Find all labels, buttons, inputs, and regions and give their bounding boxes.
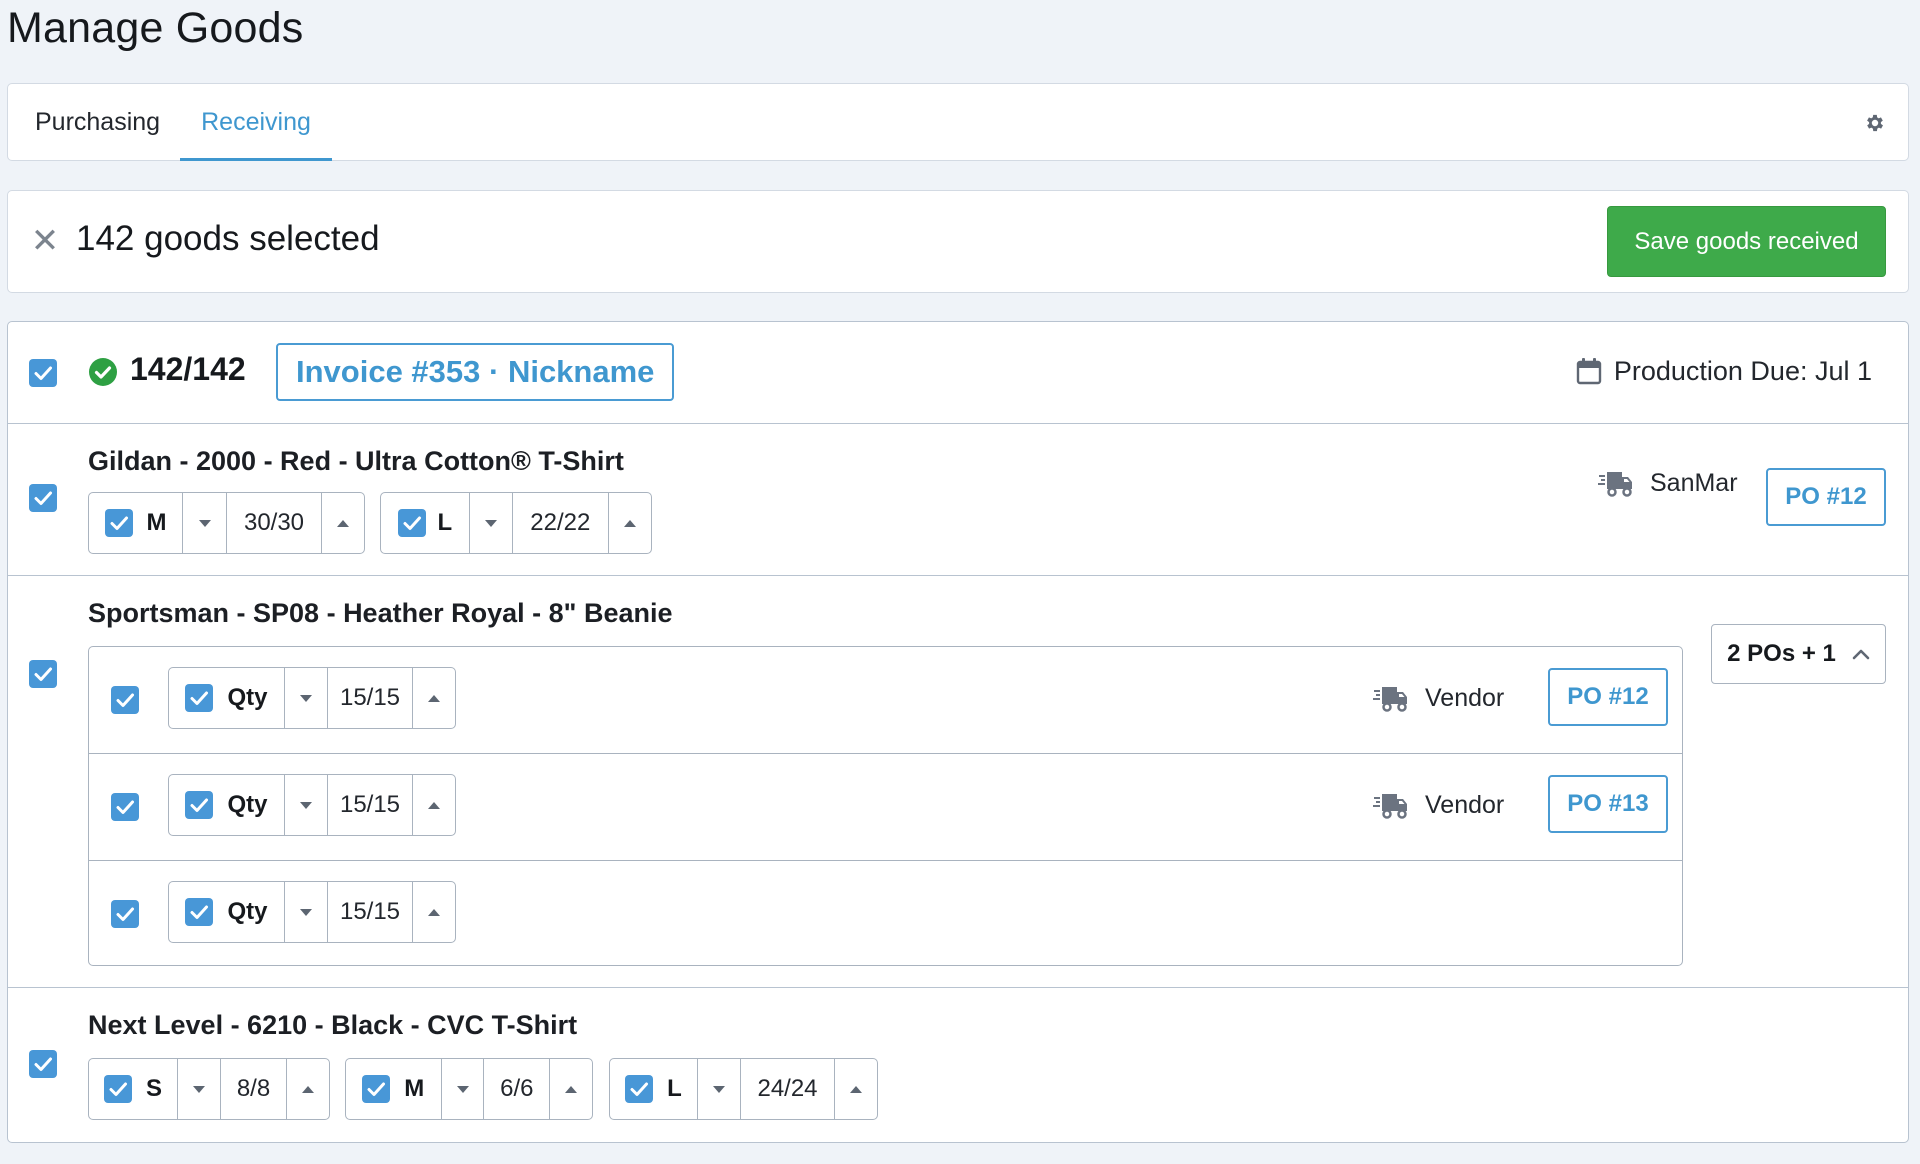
selection-bar: ✕ 142 goods selected Save goods received [7, 190, 1909, 293]
variant-label: M [404, 1075, 425, 1102]
tab-receiving[interactable]: Receiving [180, 84, 332, 161]
po-button[interactable]: PO #12 [1766, 468, 1886, 526]
tabs-bar: Purchasing Receiving [7, 83, 1909, 161]
invoice-button[interactable]: Invoice #353 · Nickname [276, 343, 675, 401]
variant-qty[interactable]: 30/30 [244, 509, 304, 537]
variant-qty[interactable]: 15/15 [340, 898, 400, 926]
goods-list: 142/142 Invoice #353 · Nickname Producti… [7, 321, 1909, 1143]
vendor-name: SanMar [1650, 468, 1738, 497]
pos-summary-button[interactable]: 2 POs + 1 [1711, 624, 1886, 684]
po-line: Qty 15/15 [89, 861, 1682, 967]
production-due-text: Production Due: Jul 1 [1613, 356, 1872, 386]
checkbox-icon[interactable] [362, 1075, 391, 1103]
variant-label: S [145, 1075, 162, 1102]
calendar-icon [1576, 358, 1602, 385]
variant-stepper: Qty 15/15 [168, 881, 456, 943]
checkbox-icon[interactable] [104, 509, 133, 537]
product-title: Sportsman - SP08 - Heather Royal - 8" Be… [88, 598, 673, 628]
caret-down-icon[interactable] [183, 493, 227, 553]
caret-up-icon[interactable] [322, 493, 364, 553]
po-button[interactable]: PO #13 [1548, 775, 1668, 833]
pos-summary-label: 2 POs + 1 [1727, 640, 1836, 667]
po-line: Qty 15/15 Vendor PO #13 [89, 754, 1682, 861]
caret-down-icon[interactable] [470, 493, 513, 553]
page-title: Manage Goods [7, 4, 304, 52]
order-header-row: 142/142 Invoice #353 · Nickname Producti… [8, 322, 1908, 424]
checkbox-icon[interactable] [29, 660, 57, 688]
variant-stepper: Qty 15/15 [168, 667, 456, 729]
variant-stepper: L 24/24 [609, 1058, 878, 1120]
checkbox-icon[interactable] [625, 1075, 654, 1103]
truck-icon [1373, 790, 1409, 820]
variant-label: Qty [227, 791, 268, 818]
checkbox-icon[interactable] [29, 359, 57, 387]
checkbox-icon[interactable] [185, 684, 214, 712]
variant-label: L [667, 1075, 682, 1102]
caret-up-icon[interactable] [550, 1059, 592, 1119]
caret-down-icon[interactable] [698, 1059, 741, 1119]
production-due: Production Due: Jul 1 [1576, 356, 1872, 387]
checkbox-icon[interactable] [103, 1075, 132, 1103]
caret-up-icon[interactable] [413, 882, 455, 942]
variant-qty[interactable]: 24/24 [757, 1075, 817, 1103]
caret-down-icon[interactable] [442, 1059, 485, 1119]
truck-icon [1373, 683, 1409, 713]
item-row: Sportsman - SP08 - Heather Royal - 8" Be… [8, 576, 1908, 988]
selected-count: 142 goods selected [76, 219, 380, 258]
variant-qty[interactable]: 6/6 [500, 1075, 533, 1103]
save-goods-received-button[interactable]: Save goods received [1607, 206, 1886, 277]
caret-up-icon[interactable] [835, 1059, 877, 1119]
product-title: Next Level - 6210 - Black - CVC T-Shirt [88, 1010, 578, 1040]
checkbox-icon[interactable] [185, 791, 214, 819]
variant-stepper: S 8/8 [88, 1058, 330, 1120]
caret-up-icon[interactable] [609, 493, 651, 553]
variant-qty[interactable]: 15/15 [340, 791, 400, 819]
variant-qty[interactable]: 8/8 [237, 1075, 270, 1103]
variant-label: M [146, 509, 167, 536]
product-title: Gildan - 2000 - Red - Ultra Cotton® T-Sh… [88, 446, 624, 476]
variant-qty[interactable]: 15/15 [340, 684, 400, 712]
caret-down-icon[interactable] [285, 882, 328, 942]
caret-up-icon[interactable] [413, 668, 455, 728]
gear-icon[interactable] [1864, 112, 1886, 134]
check-circle-icon [89, 358, 117, 386]
vendor: Vendor [1373, 683, 1504, 713]
po-lines-box: Qty 15/15 Vendor PO #12 Qty 15/15 Vendor… [88, 646, 1683, 966]
vendor: Vendor [1373, 790, 1504, 820]
caret-up-icon[interactable] [287, 1059, 329, 1119]
variant-stepper: Qty 15/15 [168, 774, 456, 836]
variant-stepper: M 30/30 [88, 492, 365, 554]
vendor-name: Vendor [1425, 683, 1505, 712]
vendor-name: Vendor [1425, 790, 1505, 819]
variant-qty[interactable]: 22/22 [530, 509, 590, 537]
variant-stepper: L 22/22 [380, 492, 652, 554]
item-row: Gildan - 2000 - Red - Ultra Cotton® T-Sh… [8, 424, 1908, 576]
checkbox-icon[interactable] [111, 793, 139, 821]
checkbox-icon[interactable] [397, 509, 426, 537]
variant-label: Qty [227, 684, 268, 711]
caret-down-icon[interactable] [178, 1059, 221, 1119]
caret-up-icon[interactable] [413, 775, 455, 835]
variant-stepper: M 6/6 [345, 1058, 593, 1120]
variant-label: Qty [227, 898, 268, 925]
checkbox-icon[interactable] [29, 1050, 57, 1078]
po-line: Qty 15/15 Vendor PO #12 [89, 647, 1682, 754]
caret-down-icon[interactable] [285, 668, 328, 728]
received-count: 142/142 [130, 351, 246, 387]
item-row: Next Level - 6210 - Black - CVC T-Shirt … [8, 988, 1908, 1142]
checkbox-icon[interactable] [29, 484, 57, 512]
checkbox-icon[interactable] [185, 898, 214, 926]
close-icon[interactable]: ✕ [27, 223, 63, 259]
caret-down-icon[interactable] [285, 775, 328, 835]
po-button[interactable]: PO #12 [1548, 668, 1668, 726]
checkbox-icon[interactable] [111, 900, 139, 928]
tab-purchasing[interactable]: Purchasing [35, 84, 160, 160]
variant-label: L [437, 509, 453, 536]
checkbox-icon[interactable] [111, 686, 139, 714]
chevron-up-icon [1852, 649, 1870, 660]
vendor: SanMar [1598, 468, 1738, 498]
truck-icon [1598, 468, 1634, 498]
